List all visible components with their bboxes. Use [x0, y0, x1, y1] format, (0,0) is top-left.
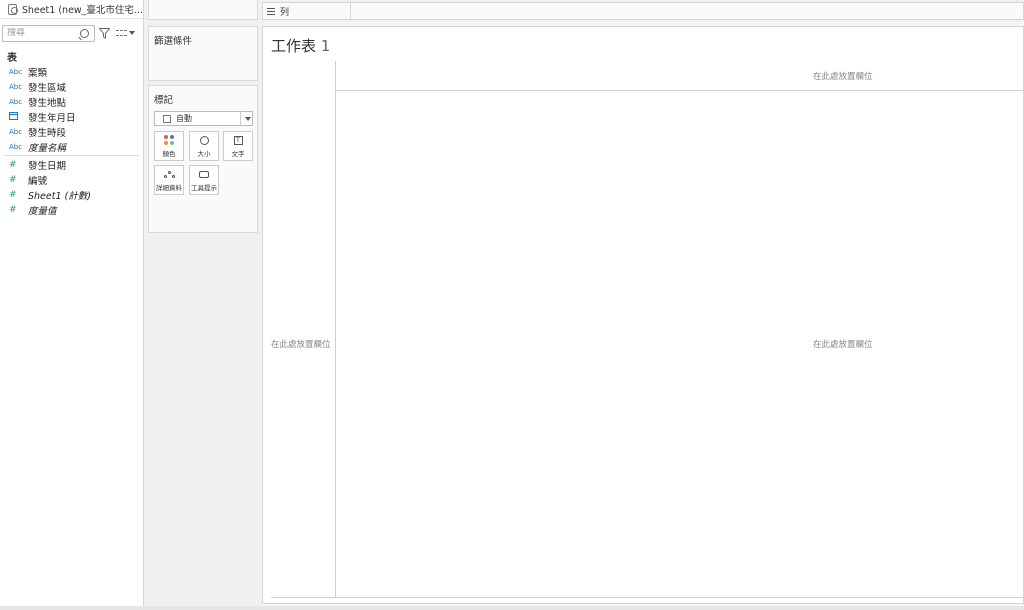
datasource-row[interactable]: Sheet1 (new_臺北市住宅... [0, 0, 143, 19]
field-item[interactable]: Abc 度量名稱 [0, 139, 143, 154]
size-label: 大小 [197, 150, 211, 158]
columns-shelf-label: 列 [262, 2, 351, 20]
body-drop-hint[interactable]: 在此處放置欄位 [813, 338, 873, 350]
string-type-icon: Abc [9, 142, 23, 151]
field-label: 度量值 [28, 205, 57, 217]
text-button[interactable]: T 文字 [223, 131, 253, 161]
columns-shelf-text: 列 [280, 7, 290, 18]
field-label: 發生日期 [28, 160, 67, 172]
tooltip-button[interactable]: 工具提示 [189, 165, 219, 195]
color-button[interactable]: 顏色 [154, 131, 184, 161]
columns-icon [267, 7, 275, 15]
size-button[interactable]: 大小 [189, 131, 219, 161]
rows-drop-hint[interactable]: 在此處放置欄位 [271, 338, 331, 350]
bottom-separator [271, 597, 1023, 598]
search-input[interactable] [7, 28, 77, 38]
data-pane: Sheet1 (new_臺北市住宅... 表 Abc 案類 Abc 發生區域 A [0, 0, 144, 606]
number-type-icon: # [9, 159, 17, 170]
detail-label: 詳細資料 [156, 184, 182, 192]
worksheet-title-number: 1 [320, 37, 331, 55]
size-icon [199, 135, 209, 145]
tooltip-label: 工具提示 [191, 184, 217, 192]
field-label: 發生年月日 [28, 112, 76, 124]
field-item[interactable]: # Sheet1 (計數) [0, 187, 143, 202]
field-item[interactable]: # 編號 [0, 172, 143, 187]
field-label: 案類 [28, 67, 48, 79]
datasource-name: Sheet1 (new_臺北市住宅... [21, 5, 143, 16]
number-type-icon: # [9, 174, 17, 185]
text-icon: T [233, 135, 243, 145]
tooltip-icon [199, 170, 209, 178]
columns-shelf-drop-area[interactable] [351, 2, 1024, 20]
field-label: 發生地點 [28, 97, 67, 109]
chevron-down-icon[interactable] [129, 31, 135, 35]
mark-type-select[interactable]: 自動 [154, 111, 253, 126]
field-label: 發生區域 [28, 82, 67, 94]
field-item[interactable]: # 發生日期 [0, 157, 143, 172]
pages-card[interactable] [148, 0, 258, 20]
text-label: 文字 [231, 150, 245, 158]
dropdown-arrow[interactable] [240, 112, 252, 125]
filter-icon[interactable] [99, 27, 110, 39]
color-label: 顏色 [162, 150, 176, 158]
field-item[interactable]: 發生年月日 [0, 109, 143, 124]
tableau-workspace: Sheet1 (new_臺北市住宅... 表 Abc 案類 Abc 發生區域 A [0, 0, 1024, 610]
search-row [0, 22, 143, 44]
row-header-separator [335, 61, 336, 597]
field-item[interactable]: Abc 案類 [0, 64, 143, 79]
filters-card[interactable]: 篩選條件 [148, 26, 258, 81]
filters-card-title: 篩選條件 [154, 36, 193, 47]
bottom-strip [0, 606, 1024, 610]
datasource-icon [8, 3, 18, 15]
string-type-icon: Abc [9, 82, 23, 91]
number-type-icon: # [9, 204, 17, 215]
field-item[interactable]: Abc 發生時段 [0, 124, 143, 139]
worksheet-view: 工作表 1 在此處放置欄位 在此處放置欄位 在此處放置欄位 [262, 26, 1024, 604]
columns-shelf-row: 列 [262, 0, 1024, 22]
marks-card-title: 標記 [154, 95, 174, 106]
string-type-icon: Abc [9, 97, 23, 106]
worksheet-title-text: 工作表 [271, 37, 317, 55]
tables-section-title: 表 [7, 53, 17, 64]
string-type-icon: Abc [9, 67, 23, 76]
dimension-measure-divider [4, 155, 139, 156]
search-box[interactable] [2, 24, 95, 42]
string-type-icon: Abc [9, 127, 23, 136]
detail-icon [163, 170, 175, 178]
field-label: 度量名稱 [28, 142, 67, 154]
worksheet-title[interactable]: 工作表 1 [271, 35, 330, 56]
marks-card: 標記 自動 顏色 大小 T 文字 詳細資料 工具提示 [148, 85, 258, 233]
field-label: 編號 [28, 175, 48, 187]
column-header-separator [335, 90, 1023, 91]
field-item[interactable]: Abc 發生地點 [0, 94, 143, 109]
calendar-icon [9, 111, 28, 122]
field-item[interactable]: # 度量值 [0, 202, 143, 217]
chevron-down-icon [245, 116, 251, 121]
field-label: Sheet1 (計數) [28, 190, 91, 202]
mark-type-value: 自動 [176, 114, 192, 123]
search-icon[interactable] [80, 28, 89, 38]
number-type-icon: # [9, 189, 17, 200]
field-label: 發生時段 [28, 127, 67, 139]
cards-column: 篩選條件 標記 自動 顏色 大小 T 文字 詳細資料 工具提示 [144, 0, 262, 606]
automatic-mark-icon [163, 114, 171, 123]
detail-button[interactable]: 詳細資料 [154, 165, 184, 195]
columns-drop-hint[interactable]: 在此處放置欄位 [813, 70, 873, 82]
view-options-icon[interactable] [116, 29, 127, 37]
color-dots-icon [164, 135, 174, 145]
field-item[interactable]: Abc 發生區域 [0, 79, 143, 94]
